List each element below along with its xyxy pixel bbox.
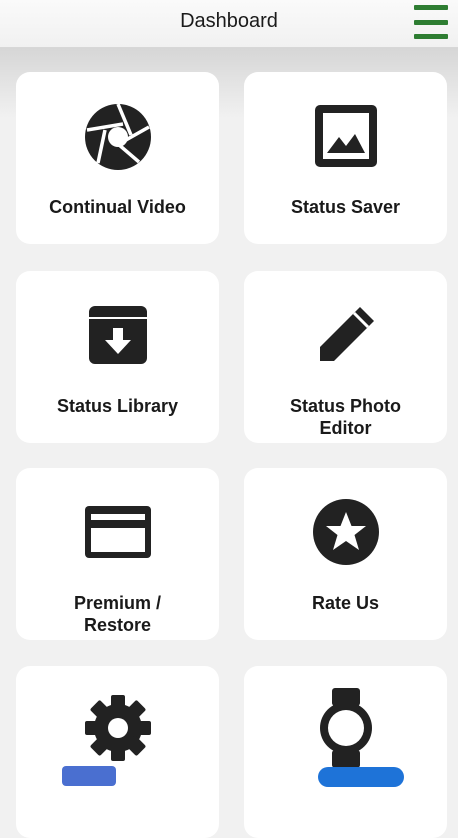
gear-icon — [84, 695, 151, 761]
continual-video-card[interactable]: Continual Video — [16, 72, 219, 244]
settings-card[interactable] — [16, 666, 219, 838]
card-label: Status Library — [56, 396, 179, 416]
dashboard-grid: Continual Video Status Saver Status Libr… — [0, 0, 458, 838]
card-label: Status Saver — [290, 197, 401, 217]
archive-icon — [88, 306, 147, 364]
status-photo-editor-card[interactable]: Status Photo Editor — [244, 271, 447, 443]
star-icon — [312, 499, 379, 565]
bottom-left-button[interactable] — [62, 766, 116, 786]
aperture-icon — [84, 103, 151, 170]
bottom-right-button[interactable] — [318, 767, 404, 787]
image-icon — [314, 105, 377, 167]
credit-card-icon — [84, 506, 151, 558]
card-label: Rate Us — [311, 593, 380, 613]
pencil-icon — [319, 307, 374, 361]
rate-us-card[interactable]: Rate Us — [244, 468, 447, 640]
status-saver-card[interactable]: Status Saver — [244, 72, 447, 244]
card-label: Premium / Restore — [73, 593, 162, 635]
status-library-card[interactable]: Status Library — [16, 271, 219, 443]
watch-card[interactable] — [244, 666, 447, 838]
card-label: Continual Video — [49, 197, 186, 217]
watch-icon — [319, 688, 372, 768]
card-label: Status Photo Editor — [290, 396, 401, 438]
premium-restore-card[interactable]: Premium / Restore — [16, 468, 219, 640]
